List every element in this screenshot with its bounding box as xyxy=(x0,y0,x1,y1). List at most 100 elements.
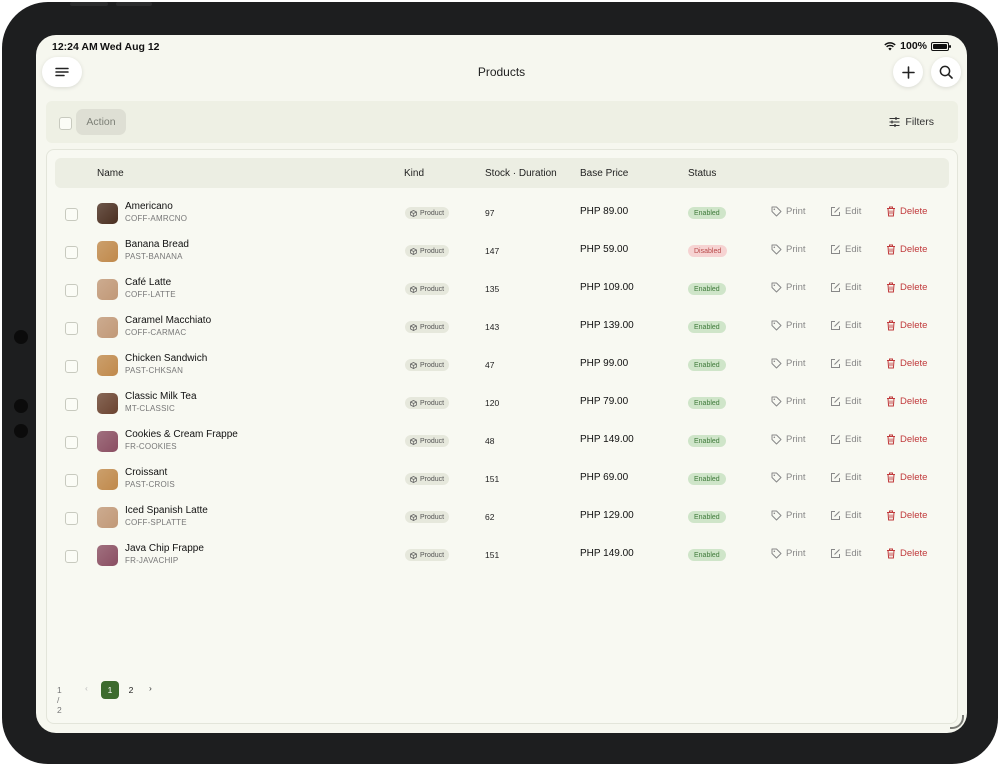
row-checkbox[interactable] xyxy=(65,474,78,487)
print-button[interactable]: Print xyxy=(771,244,806,255)
column-header-name[interactable]: Name xyxy=(97,168,124,179)
product-name: Americano xyxy=(125,201,173,212)
row-checkbox[interactable] xyxy=(65,284,78,297)
row-checkbox[interactable] xyxy=(65,550,78,563)
edit-button[interactable]: Edit xyxy=(830,472,861,483)
delete-button[interactable]: Delete xyxy=(886,320,927,331)
print-button[interactable]: Print xyxy=(771,358,806,369)
table-row[interactable]: Chicken Sandwich PAST-CHKSAN Product 47 PHP … xyxy=(55,348,949,386)
kind-label: Product xyxy=(420,551,445,559)
edit-button[interactable]: Edit xyxy=(830,434,861,445)
kind-badge: Product xyxy=(405,321,450,333)
kind-badge: Product xyxy=(405,283,450,295)
edit-button[interactable]: Edit xyxy=(830,244,861,255)
edit-button[interactable]: Edit xyxy=(830,282,861,293)
trash-icon xyxy=(887,472,895,483)
kind-label: Product xyxy=(420,285,445,293)
page-2-button[interactable]: 2 xyxy=(122,681,140,699)
edit-button[interactable]: Edit xyxy=(830,510,861,521)
delete-label: Delete xyxy=(900,358,928,369)
camera-dot xyxy=(14,424,28,438)
edit-label: Edit xyxy=(845,358,862,369)
delete-button[interactable]: Delete xyxy=(886,206,927,217)
print-button[interactable]: Print xyxy=(771,510,806,521)
delete-button[interactable]: Delete xyxy=(886,282,927,293)
search-button[interactable] xyxy=(931,57,961,87)
print-button[interactable]: Print xyxy=(771,434,806,445)
print-button[interactable]: Print xyxy=(771,472,806,483)
row-checkbox[interactable] xyxy=(65,398,78,411)
column-header-kind[interactable]: Kind xyxy=(404,168,424,179)
print-button[interactable]: Print xyxy=(771,320,806,331)
select-all-checkbox[interactable] xyxy=(59,117,72,130)
edit-button[interactable]: Edit xyxy=(830,320,861,331)
kind-badge: Product xyxy=(405,397,450,409)
column-header-stock[interactable]: Stock · Duration xyxy=(485,168,557,179)
top-bar: Products xyxy=(36,55,967,93)
delete-button[interactable]: Delete xyxy=(886,510,927,521)
table-row[interactable]: Americano COFF-AMRCNO Product 97 PHP 89.00 En… xyxy=(55,196,949,234)
edit-icon xyxy=(831,283,840,292)
print-button[interactable]: Print xyxy=(771,206,806,217)
delete-label: Delete xyxy=(900,282,928,293)
row-checkbox[interactable] xyxy=(65,208,78,221)
tag-icon xyxy=(771,358,782,369)
add-button[interactable] xyxy=(893,57,923,87)
wifi-icon xyxy=(884,41,896,50)
table-row[interactable]: Café Latte COFF-LATTE Product 135 PHP 109.00… xyxy=(55,272,949,310)
delete-button[interactable]: Delete xyxy=(886,472,927,483)
delete-button[interactable]: Delete xyxy=(886,358,927,369)
edit-icon xyxy=(831,207,840,216)
print-label: Print xyxy=(786,396,806,407)
row-checkbox[interactable] xyxy=(65,246,78,259)
product-thumbnail xyxy=(97,507,118,528)
table-row[interactable]: Iced Spanish Latte COFF-SPLATTE Product 62 P… xyxy=(55,500,949,538)
delete-button[interactable]: Delete xyxy=(886,548,927,559)
delete-button[interactable]: Delete xyxy=(886,244,927,255)
trash-icon xyxy=(887,244,895,255)
price-value: PHP 99.00 xyxy=(580,358,629,369)
edit-icon xyxy=(831,245,840,254)
product-sku: COFF-LATTE xyxy=(125,290,176,299)
edit-label: Edit xyxy=(845,244,862,255)
price-value: PHP 89.00 xyxy=(580,206,629,217)
edit-button[interactable]: Edit xyxy=(830,548,861,559)
table-row[interactable]: Classic Milk Tea MT-CLASSIC Product 120 PHP … xyxy=(55,386,949,424)
product-thumbnail xyxy=(97,545,118,566)
status-badge: Enabled xyxy=(688,511,726,523)
table-row[interactable]: Banana Bread PAST-BANANA Product 147 PHP 59.… xyxy=(55,234,949,272)
row-checkbox[interactable] xyxy=(65,436,78,449)
next-page-button[interactable]: › xyxy=(149,683,152,693)
product-name: Java Chip Frappe xyxy=(125,543,204,554)
print-button[interactable]: Print xyxy=(771,548,806,559)
product-sku: COFF-CARMAC xyxy=(125,328,187,337)
edit-button[interactable]: Edit xyxy=(830,396,861,407)
edit-button[interactable]: Edit xyxy=(830,206,861,217)
row-checkbox[interactable] xyxy=(65,322,78,335)
filters-button[interactable]: Filters xyxy=(889,116,934,128)
table-row[interactable]: Java Chip Frappe FR-JAVACHIP Product 151 PHP… xyxy=(55,538,949,576)
print-button[interactable]: Print xyxy=(771,282,806,293)
tag-icon xyxy=(771,244,782,255)
prev-page-button[interactable]: ‹ xyxy=(85,683,88,693)
row-checkbox[interactable] xyxy=(65,512,78,525)
table-row[interactable]: Caramel Macchiato COFF-CARMAC Product 143 PH… xyxy=(55,310,949,348)
sliders-icon xyxy=(889,117,900,127)
column-header-status[interactable]: Status xyxy=(688,168,716,179)
stock-value: 97 xyxy=(485,208,495,218)
table-row[interactable]: Cookies & Cream Frappe FR-COOKIES Product 4… xyxy=(55,424,949,462)
delete-button[interactable]: Delete xyxy=(886,434,927,445)
action-button[interactable]: Action xyxy=(76,109,126,135)
product-sku: PAST-BANANA xyxy=(125,252,183,261)
status-badge: Disabled xyxy=(688,245,728,257)
box-icon xyxy=(410,399,417,407)
column-header-price[interactable]: Base Price xyxy=(580,168,628,179)
delete-button[interactable]: Delete xyxy=(886,396,927,407)
stock-value: 62 xyxy=(485,512,495,522)
page-1-button[interactable]: 1 xyxy=(101,681,119,699)
page-title: Products xyxy=(477,65,526,79)
edit-button[interactable]: Edit xyxy=(830,358,861,369)
table-row[interactable]: Croissant PAST-CROIS Product 151 PHP 69.00 En… xyxy=(55,462,949,500)
row-checkbox[interactable] xyxy=(65,360,78,373)
print-button[interactable]: Print xyxy=(771,396,806,407)
